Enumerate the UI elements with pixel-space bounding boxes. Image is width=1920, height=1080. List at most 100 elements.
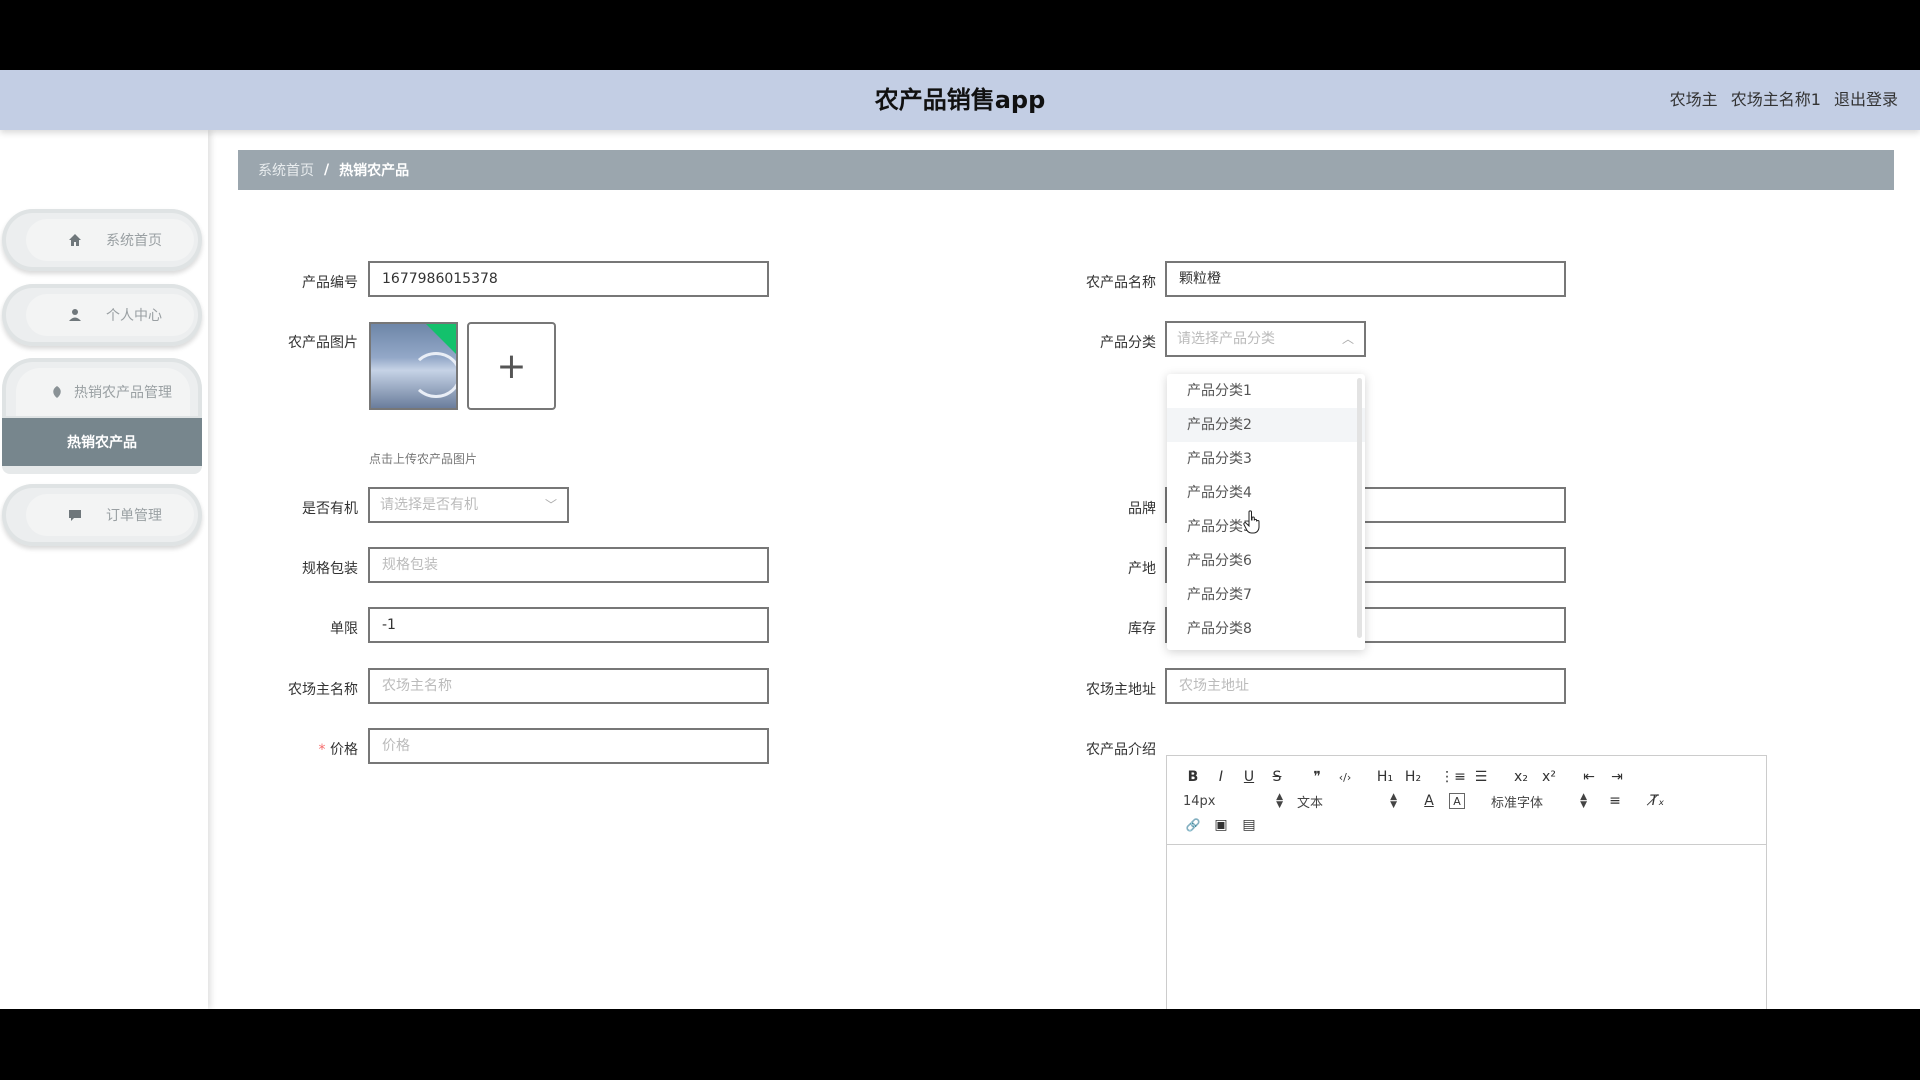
organic-label: 是否有机	[302, 501, 358, 517]
image-upload-button[interactable]: +	[467, 322, 556, 410]
dropdown-option[interactable]: 产品分类2	[1167, 408, 1365, 442]
ordered-list-button[interactable]: ⋮≡	[1439, 766, 1467, 788]
dropdown-option[interactable]: 产品分类7	[1167, 578, 1365, 612]
product-name-label: 农产品名称	[1086, 275, 1156, 291]
toolbar-row-2: 14px ▲ ▼ 文本 ▲ ▼ A A 标准字体 ▲ ▼ ≡ T̸ₓ	[1179, 790, 1671, 812]
app-window: 农产品销售app 农场主 农场主名称1 退出登录 系统首页 个人中心 热销农产品…	[0, 70, 1920, 1009]
dropdown-option[interactable]: 产品分类8	[1167, 612, 1365, 646]
code-button[interactable]: ‹/›	[1331, 766, 1359, 788]
farmer-addr-input[interactable]: 农场主地址	[1165, 668, 1566, 704]
leaf-icon	[48, 383, 66, 401]
align-button[interactable]: ≡	[1601, 790, 1629, 812]
upload-tip: 点击上传农产品图片	[369, 452, 478, 466]
limit-label: 单限	[330, 621, 358, 637]
farmer-name-input[interactable]: 农场主名称	[368, 668, 769, 704]
updown-arrow-icon: ▲ ▼	[1390, 792, 1397, 810]
dropdown-option[interactable]: 产品分类6	[1167, 544, 1365, 578]
farmer-name-label: 农场主名称	[288, 682, 358, 698]
indent-button[interactable]: ⇥	[1603, 766, 1631, 788]
limit-input[interactable]: -1	[368, 607, 769, 643]
subscript-button[interactable]: x₂	[1507, 766, 1535, 788]
breadcrumb-home[interactable]: 系统首页	[258, 160, 314, 180]
stock-label: 库存	[1128, 621, 1156, 637]
origin-label: 产地	[1128, 561, 1156, 577]
bullet-list-button[interactable]: ☰	[1467, 766, 1495, 788]
image-button[interactable]: ▣	[1207, 814, 1235, 836]
blockquote-button[interactable]: ❞	[1303, 766, 1331, 788]
updown-arrow-icon: ▲ ▼	[1580, 792, 1587, 810]
sidebar-item-label: 订单管理	[106, 508, 162, 524]
dropdown-option[interactable]: 产品分类4	[1167, 476, 1365, 510]
category-placeholder: 请选择产品分类	[1177, 331, 1275, 347]
italic-button[interactable]: I	[1207, 766, 1235, 788]
video-button[interactable]: ▤	[1235, 814, 1263, 836]
sidebar-item-label: 系统首页	[106, 233, 162, 249]
brand-label: 品牌	[1128, 501, 1156, 517]
sidebar-item-profile[interactable]: 个人中心	[2, 284, 202, 346]
category-select[interactable]: 请选择产品分类 ︿	[1165, 321, 1366, 357]
category-label: 产品分类	[1100, 335, 1156, 351]
logout-link[interactable]: 退出登录	[1834, 90, 1898, 109]
link-button[interactable]: 🔗	[1179, 814, 1207, 836]
image-ring-shape	[411, 352, 456, 398]
background-color-button[interactable]: A	[1449, 793, 1465, 809]
package-label: 规格包装	[302, 561, 358, 577]
sidebar-item-hot-products-manage[interactable]: 热销农产品管理	[2, 358, 202, 420]
block-type-value: 文本	[1297, 795, 1324, 811]
user-area: 农场主 农场主名称1 退出登录	[1662, 70, 1898, 130]
sidebar: 系统首页 个人中心 热销农产品管理 热销农产品 订单管理	[0, 130, 208, 1009]
dropdown-option[interactable]: 产品分类5	[1167, 510, 1365, 544]
price-label-text: 价格	[330, 742, 358, 758]
organic-placeholder: 请选择是否有机	[380, 497, 478, 513]
user-icon	[66, 306, 84, 324]
sidebar-item-home[interactable]: 系统首页	[2, 209, 202, 271]
product-name-input[interactable]: 颗粒橙	[1165, 261, 1566, 297]
strike-button[interactable]: S	[1263, 766, 1291, 788]
bold-button[interactable]: B	[1179, 766, 1207, 788]
editor-toolbar: B I U S ❞ ‹/› H₁ H₂ ⋮≡ ☰ x₂ x² ⇤ ⇥ 14px …	[1167, 756, 1766, 845]
product-image-thumbnail[interactable]	[369, 322, 458, 410]
upload-success-corner	[426, 324, 456, 354]
superscript-button[interactable]: x²	[1535, 766, 1563, 788]
farmer-addr-label: 农场主地址	[1086, 682, 1156, 698]
chevron-up-icon: ︿	[1341, 332, 1354, 346]
block-type-select[interactable]: 文本 ▲ ▼	[1297, 790, 1397, 812]
price-label: * 价格	[238, 739, 358, 759]
toolbar-row-3: 🔗 ▣ ▤	[1179, 814, 1263, 836]
outdent-button[interactable]: ⇤	[1575, 766, 1603, 788]
sidebar-subitem-hot-products[interactable]: 热销农产品	[2, 418, 202, 466]
editor-content-area[interactable]	[1167, 845, 1766, 1009]
home-icon	[66, 231, 84, 249]
plus-icon: +	[496, 345, 527, 387]
breadcrumb-separator: /	[324, 162, 330, 178]
underline-button[interactable]: U	[1235, 766, 1263, 788]
rich-text-editor: B I U S ❞ ‹/› H₁ H₂ ⋮≡ ☰ x₂ x² ⇤ ⇥ 14px …	[1166, 755, 1767, 1009]
dropdown-scrollbar[interactable]	[1357, 378, 1362, 638]
breadcrumb: 系统首页 / 热销农产品	[238, 150, 1894, 190]
h2-button[interactable]: H₂	[1399, 766, 1427, 788]
product-image-label: 农产品图片	[288, 335, 358, 351]
price-input[interactable]: 价格	[368, 728, 769, 764]
sidebar-item-label: 热销农产品管理	[74, 385, 172, 401]
clear-format-button[interactable]: T̸ₓ	[1643, 790, 1671, 812]
h1-button[interactable]: H₁	[1371, 766, 1399, 788]
dropdown-option[interactable]: 产品分类1	[1167, 374, 1365, 408]
required-mark: *	[318, 742, 326, 758]
font-color-button[interactable]: A	[1415, 790, 1443, 812]
dropdown-option[interactable]: 产品分类3	[1167, 442, 1365, 476]
hand-pointer-cursor-icon	[1243, 510, 1260, 534]
package-input[interactable]: 规格包装	[368, 547, 769, 583]
user-name: 农场主名称1	[1730, 90, 1821, 109]
app-title: 农产品销售app	[874, 86, 1046, 114]
organic-select[interactable]: 请选择是否有机 ﹀	[368, 487, 569, 523]
font-size-select[interactable]: 14px ▲ ▼	[1179, 790, 1283, 812]
product-no-input[interactable]: 1677986015378	[368, 261, 769, 297]
sidebar-group-hot-products: 热销农产品管理 热销农产品	[2, 358, 202, 474]
font-family-value: 标准字体	[1491, 795, 1544, 811]
sidebar-item-orders[interactable]: 订单管理	[2, 484, 202, 546]
top-bar: 农产品销售app 农场主 农场主名称1 退出登录	[0, 70, 1920, 130]
font-family-select[interactable]: 标准字体 ▲ ▼	[1491, 790, 1587, 812]
product-no-label: 产品编号	[302, 275, 358, 291]
updown-arrow-icon: ▲ ▼	[1276, 792, 1283, 810]
toolbar-row-1: B I U S ❞ ‹/› H₁ H₂ ⋮≡ ☰ x₂ x² ⇤ ⇥	[1179, 766, 1631, 788]
